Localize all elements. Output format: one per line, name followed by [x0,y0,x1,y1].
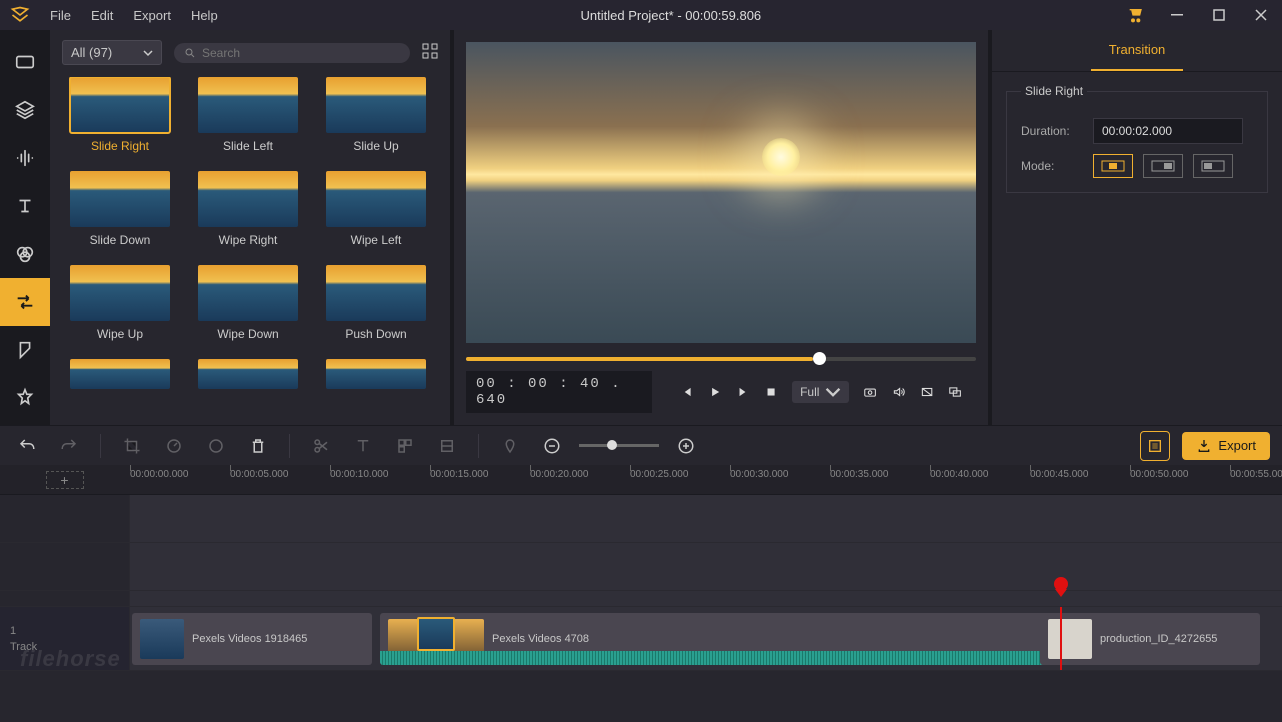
properties-panel: Transition Slide Right Duration: Mode: [992,30,1282,425]
mosaic-tool-button[interactable] [390,431,420,461]
window-title: Untitled Project* - 00:00:59.806 [228,8,1114,23]
playhead[interactable] [1060,607,1062,670]
preview-timecode: 00 : 00 : 40 . 640 [466,371,652,413]
transition-item[interactable] [62,359,178,389]
transition-item[interactable]: Wipe Right [190,171,306,247]
timeline: + 00:00:00.000 00:00:05.000 00:00:10.000… [0,465,1282,722]
search-icon [184,47,196,59]
chevron-down-icon [143,48,153,58]
undo-button[interactable] [12,431,42,461]
mode-prefix-button[interactable] [1143,154,1183,178]
preview-scrubber[interactable] [466,357,976,361]
transition-item[interactable]: Wipe Down [190,265,306,341]
color-tool-button[interactable] [201,431,231,461]
clip[interactable]: Pexels Videos 1918465 [132,613,372,665]
transition-item[interactable]: Wipe Up [62,265,178,341]
transition-item[interactable]: Slide Up [318,77,434,153]
timeline-track-spacer [0,591,1282,607]
zoom-out-button[interactable] [537,431,567,461]
mode-postfix-button[interactable] [1193,154,1233,178]
tool-elements[interactable] [0,326,50,374]
stop-button[interactable] [764,384,778,400]
tool-transitions[interactable] [0,278,50,326]
volume-icon[interactable] [892,384,906,400]
minimize-button[interactable] [1156,0,1198,30]
shop-icon[interactable] [1114,0,1156,30]
next-frame-button[interactable] [736,384,750,400]
tab-transition[interactable]: Transition [1091,30,1184,71]
transition-name: Slide Right [1021,84,1087,98]
timeline-track-empty [0,495,1282,543]
transition-item[interactable]: Push Down [318,265,434,341]
timeline-track-empty [0,543,1282,591]
preview-video [466,42,976,343]
tool-text[interactable] [0,182,50,230]
mode-label: Mode: [1021,159,1081,173]
tool-filters[interactable] [0,230,50,278]
clip[interactable]: production_ID_4272655 [1040,613,1260,665]
detach-icon[interactable] [948,384,962,400]
app-logo-icon [8,3,32,27]
add-track-button[interactable]: + [46,471,84,489]
close-button[interactable] [1240,0,1282,30]
play-button[interactable] [708,384,722,400]
track-label: Track [10,641,37,653]
crop-tool-button[interactable] [117,431,147,461]
zoom-slider[interactable] [579,444,659,447]
menu-help[interactable]: Help [181,2,228,29]
marker-button[interactable] [495,431,525,461]
delete-button[interactable] [243,431,273,461]
menu-export[interactable]: Export [123,2,181,29]
tool-audio[interactable] [0,134,50,182]
aspect-ratio-dropdown[interactable]: Full [792,381,849,403]
premium-button[interactable] [1140,431,1170,461]
duration-label: Duration: [1021,124,1081,138]
timeline-track-video: 1 Track Pexels Videos 1918465 Pexels Vid… [0,607,1282,671]
transition-item[interactable] [190,359,306,389]
transition-item[interactable] [318,359,434,389]
grid-view-icon[interactable] [422,43,438,62]
snapshot-icon[interactable] [863,384,877,400]
redo-button[interactable] [54,431,84,461]
export-button[interactable]: Export [1182,432,1270,460]
transition-item[interactable]: Slide Left [190,77,306,153]
titlebar: File Edit Export Help Untitled Project* … [0,0,1282,30]
search-input[interactable] [202,46,400,60]
timeline-toolbar: Export [0,425,1282,465]
tool-layers[interactable] [0,86,50,134]
preview-panel: 00 : 00 : 40 . 640 Full [454,30,988,425]
transition-clip[interactable] [417,617,455,651]
track-index: 1 [10,625,16,637]
menubar: File Edit Export Help [40,2,228,29]
clip[interactable]: Pexels Videos 4708 [380,613,1150,665]
text-tool-button[interactable] [348,431,378,461]
tool-media[interactable] [0,38,50,86]
ruler[interactable]: 00:00:00.000 00:00:05.000 00:00:10.000 0… [130,465,1282,494]
transition-item[interactable]: Wipe Left [318,171,434,247]
split-button[interactable] [306,431,336,461]
duration-input[interactable] [1093,118,1243,144]
crop-icon[interactable] [920,384,934,400]
transitions-grid: Slide Right Slide Left Slide Up Slide Do… [62,77,438,389]
prev-frame-button[interactable] [680,384,694,400]
zoom-in-button[interactable] [671,431,701,461]
menu-edit[interactable]: Edit [81,2,123,29]
mode-overlap-button[interactable] [1093,154,1133,178]
speed-tool-button[interactable] [159,431,189,461]
library-panel: All (97) Slide Right Slide Left Slide Up… [50,30,450,425]
library-filter-dropdown[interactable]: All (97) [62,40,162,65]
menu-file[interactable]: File [40,2,81,29]
side-tools [0,30,50,425]
maximize-button[interactable] [1198,0,1240,30]
freeze-tool-button[interactable] [432,431,462,461]
search-box [174,43,410,63]
tool-favorites[interactable] [0,374,50,422]
transition-item[interactable]: Slide Right [62,77,178,153]
transition-item[interactable]: Slide Down [62,171,178,247]
